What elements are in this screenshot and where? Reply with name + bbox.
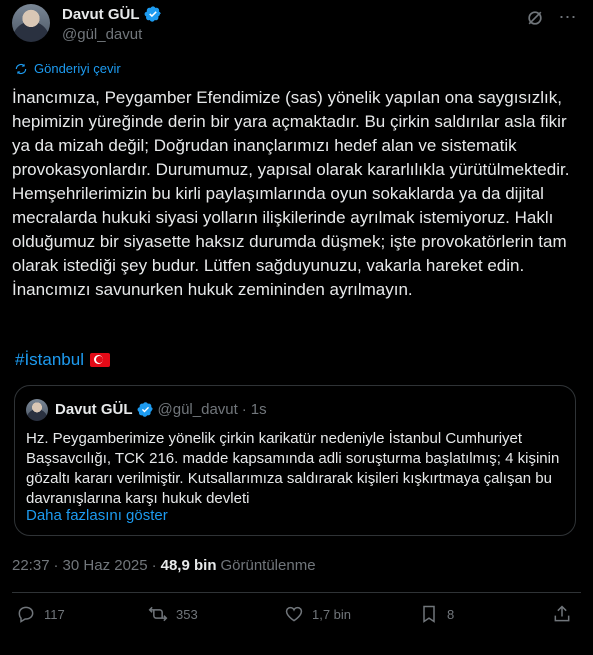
avatar[interactable] [12, 4, 50, 42]
quote-avatar [26, 399, 48, 421]
verified-badge-icon [137, 402, 153, 417]
divider [12, 592, 581, 593]
quote-separator: · [241, 401, 247, 418]
bookmark-count: 8 [447, 606, 455, 622]
bookmark-icon [423, 605, 435, 623]
tweet-header: Davut GÜL @gül_davut ⋯ [12, 4, 581, 44]
quote-author-name: Davut GÜL [55, 401, 133, 418]
more-icon[interactable]: ⋯ [557, 6, 579, 28]
tweet-text: İnancımıza, Peygamber Efendimize (sas) y… [12, 88, 570, 299]
quote-text: Hz. Peygamberimize yönelik çirkin karika… [26, 430, 560, 507]
hashtag-link[interactable]: #İstanbul [15, 350, 84, 370]
author-name[interactable]: Davut GÜL [62, 6, 140, 23]
quote-author-handle: @gül_davut [157, 401, 238, 418]
turkey-flag-icon [90, 353, 110, 367]
repost-icon [148, 606, 168, 622]
hashtag-row: #İstanbul [15, 350, 110, 370]
action-bar: 117 353 1,7 bin 8 [12, 604, 581, 634]
reply-icon [18, 606, 34, 623]
like-count: 1,7 bin [312, 606, 352, 622]
verified-badge-icon [144, 6, 161, 22]
translate-icon [15, 63, 27, 74]
quote-header: Davut GÜL @gül_davut · 1s [55, 401, 267, 418]
views-count: 48,9 bin [160, 557, 217, 574]
tweet-meta: 22:37 · 30 Haz 2025 · 48,9 bin Görüntüle… [12, 557, 316, 574]
meta-separator: · [53, 557, 59, 574]
quoted-tweet[interactable]: Davut GÜL @gül_davut · 1s Hz. Peygamberi… [14, 385, 576, 536]
like-icon [285, 606, 303, 622]
bookmark-button[interactable]: 8 [419, 604, 454, 624]
author-name-row[interactable]: Davut GÜL [62, 5, 162, 23]
tweet-time[interactable]: 22:37 [12, 557, 50, 574]
repost-button[interactable]: 353 [148, 604, 198, 624]
repost-count: 353 [176, 606, 198, 622]
quote-timestamp: 1s [250, 401, 267, 418]
show-more-link[interactable]: Daha fazlasını göster [26, 507, 168, 524]
views-label: Görüntülenme [220, 557, 316, 574]
share-button[interactable] [552, 604, 572, 624]
meta-separator: · [151, 557, 157, 574]
share-icon [554, 605, 570, 622]
author-handle[interactable]: @gül_davut [62, 26, 142, 43]
reply-button[interactable]: 117 [16, 604, 65, 624]
reply-count: 117 [44, 606, 65, 622]
tweet-date[interactable]: 30 Haz 2025 [63, 557, 148, 574]
grok-icon[interactable] [525, 8, 545, 28]
translate-label[interactable]: Gönderiyi çevir [34, 61, 121, 76]
like-button[interactable]: 1,7 bin [284, 604, 351, 624]
translate-post-link[interactable]: Gönderiyi çevir [14, 61, 121, 76]
